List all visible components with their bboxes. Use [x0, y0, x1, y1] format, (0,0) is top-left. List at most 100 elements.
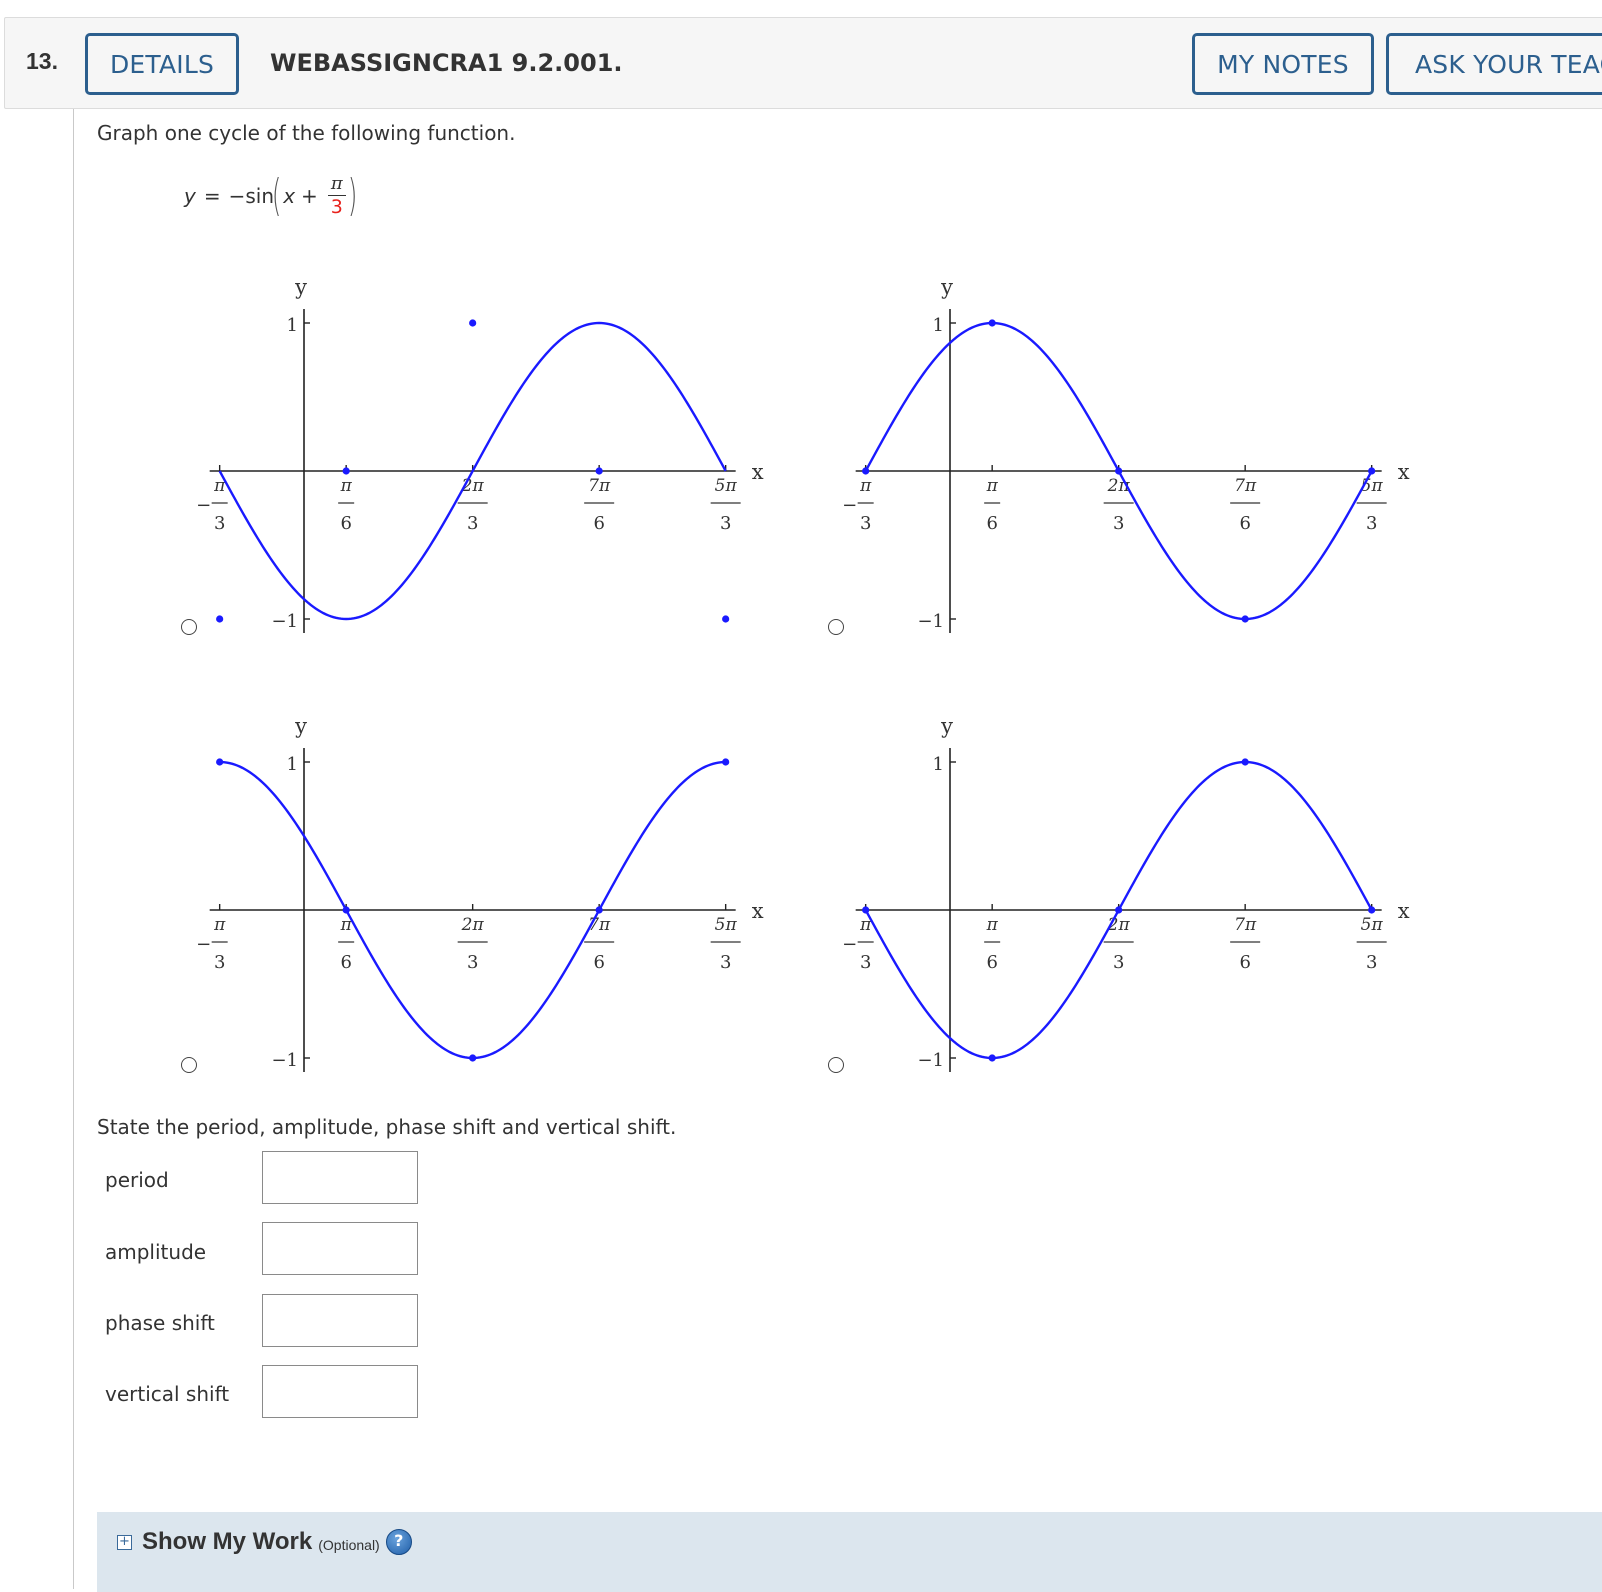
x-tick-denominator: 6 [340, 513, 351, 534]
x-tick-denominator: 3 [720, 952, 731, 973]
x-tick-label: 7π 6 [1230, 915, 1261, 973]
eq-fraction: π 3 [327, 175, 346, 217]
x-tick-numerator: 5π [715, 476, 738, 496]
y-tick-label-1: 1 [287, 754, 298, 775]
x-tick-numerator: π [986, 915, 999, 935]
x-axis-label: x [752, 899, 764, 923]
left-divider [73, 109, 74, 1589]
details-button[interactable]: DETAILS [85, 33, 239, 95]
eq-equals: = [203, 184, 221, 208]
x-tick-denominator: 3 [214, 952, 225, 973]
x-tick-denominator: 6 [1239, 513, 1250, 534]
vertical-shift-input[interactable] [262, 1365, 418, 1418]
key-point [722, 615, 730, 623]
y-tick-label-neg1: −1 [271, 1050, 298, 1071]
x-tick-denominator: 3 [860, 513, 871, 534]
key-point [862, 467, 870, 475]
x-tick-numerator: π [340, 476, 353, 496]
amplitude-input[interactable] [262, 1222, 418, 1275]
x-tick-label: π6 [984, 915, 1001, 973]
phase-shift-input[interactable] [262, 1294, 418, 1347]
x-tick-label: 5π 3 [710, 915, 741, 973]
x-tick-denominator: 3 [720, 513, 731, 534]
key-point [1115, 906, 1123, 914]
key-point [1368, 467, 1376, 475]
key-point [1241, 615, 1249, 623]
x-tick-label: 5π 3 [710, 476, 741, 534]
x-tick-denominator: 3 [1113, 952, 1124, 973]
y-axis-label: y [294, 714, 307, 738]
radio-option-a[interactable] [181, 619, 197, 635]
my-notes-button[interactable]: MY NOTES [1192, 33, 1374, 95]
x-tick-minus: − [196, 934, 211, 955]
period-input[interactable] [262, 1151, 418, 1204]
x-tick-minus: − [842, 934, 857, 955]
x-tick-denominator: 6 [986, 952, 997, 973]
x-tick-numerator: 2π [461, 915, 485, 935]
x-tick-numerator: 5π [715, 915, 738, 935]
x-tick-numerator: 7π [1234, 476, 1257, 496]
x-tick-label: π6 [338, 915, 355, 973]
radio-option-d[interactable] [828, 1057, 844, 1073]
key-point [1115, 467, 1123, 475]
x-tick-denominator: 3 [467, 513, 478, 534]
graph-option-b: 1−1yxπ3−π62π37π65π3 [842, 275, 1410, 633]
y-axis-label: y [940, 714, 953, 738]
eq-left-paren: ( [271, 170, 282, 221]
function-equation: y = −sin ( x + π 3 ) [184, 168, 357, 224]
x-tick-denominator: 3 [860, 952, 871, 973]
x-tick-denominator: 3 [1366, 513, 1377, 534]
show-my-work-optional: (Optional) [318, 1537, 380, 1553]
period-label: period [105, 1168, 169, 1192]
key-point [216, 758, 224, 766]
x-tick-label: π6 [984, 476, 1001, 534]
y-tick-label-neg1: −1 [917, 1050, 944, 1071]
x-tick-label: 7π 6 [1230, 476, 1261, 534]
y-tick-label-1: 1 [287, 315, 298, 336]
x-tick-numerator: 7π [1234, 915, 1257, 935]
eq-plus: + [301, 184, 318, 208]
x-tick-denominator: 6 [593, 513, 604, 534]
y-axis-label: y [294, 275, 307, 299]
x-tick-label: 2π3 [1103, 915, 1134, 973]
x-tick-denominator: 3 [214, 513, 225, 534]
x-tick-denominator: 3 [1113, 513, 1124, 534]
question-prompt: Graph one cycle of the following functio… [97, 121, 516, 145]
radio-option-c[interactable] [181, 1057, 197, 1073]
x-tick-numerator: π [986, 476, 999, 496]
x-tick-label: π3− [196, 476, 228, 534]
vertical-shift-label: vertical shift [105, 1382, 230, 1406]
show-my-work-toggle[interactable]: + Show My Work (Optional) ? [117, 1528, 412, 1556]
key-point [595, 467, 603, 475]
eq-arg-var: x [283, 184, 296, 208]
key-point [862, 906, 870, 914]
y-axis-label: y [940, 275, 953, 299]
x-tick-label: 5π3 [1356, 915, 1387, 973]
x-tick-label: 5π3 [1356, 476, 1387, 534]
x-axis-label: x [752, 460, 764, 484]
y-tick-label-neg1: −1 [917, 611, 944, 632]
x-tick-label: 2π3 [457, 476, 488, 534]
x-tick-denominator: 6 [340, 952, 351, 973]
radio-option-b[interactable] [828, 619, 844, 635]
graph-content: 1−1yxπ3−π62π37π65π3 [842, 275, 1410, 633]
x-tick-minus: − [842, 495, 857, 516]
key-point [988, 319, 996, 327]
expand-icon[interactable]: + [117, 1534, 132, 1550]
key-point [988, 1054, 996, 1062]
graph-option-a: 1−1yxπ3−π62π37π65π3 [196, 275, 764, 633]
show-my-work-panel: + Show My Work (Optional) ? [97, 1512, 1602, 1592]
help-icon[interactable]: ? [385, 1529, 412, 1555]
show-my-work-title[interactable]: Show My Work [142, 1528, 312, 1556]
amplitude-label: amplitude [105, 1240, 207, 1264]
x-tick-label: π6 [338, 476, 355, 534]
fields-prompt: State the period, amplitude, phase shift… [97, 1115, 677, 1139]
key-point [469, 1054, 477, 1062]
ask-your-teacher-button[interactable]: ASK YOUR TEACHER [1386, 33, 1602, 95]
eq-func: −sin [228, 184, 275, 208]
key-point [722, 758, 730, 766]
x-tick-label: π3− [842, 915, 874, 973]
x-tick-label: 2π3 [1103, 476, 1134, 534]
x-tick-label: π3− [196, 915, 228, 973]
eq-right-paren: ) [347, 170, 357, 221]
